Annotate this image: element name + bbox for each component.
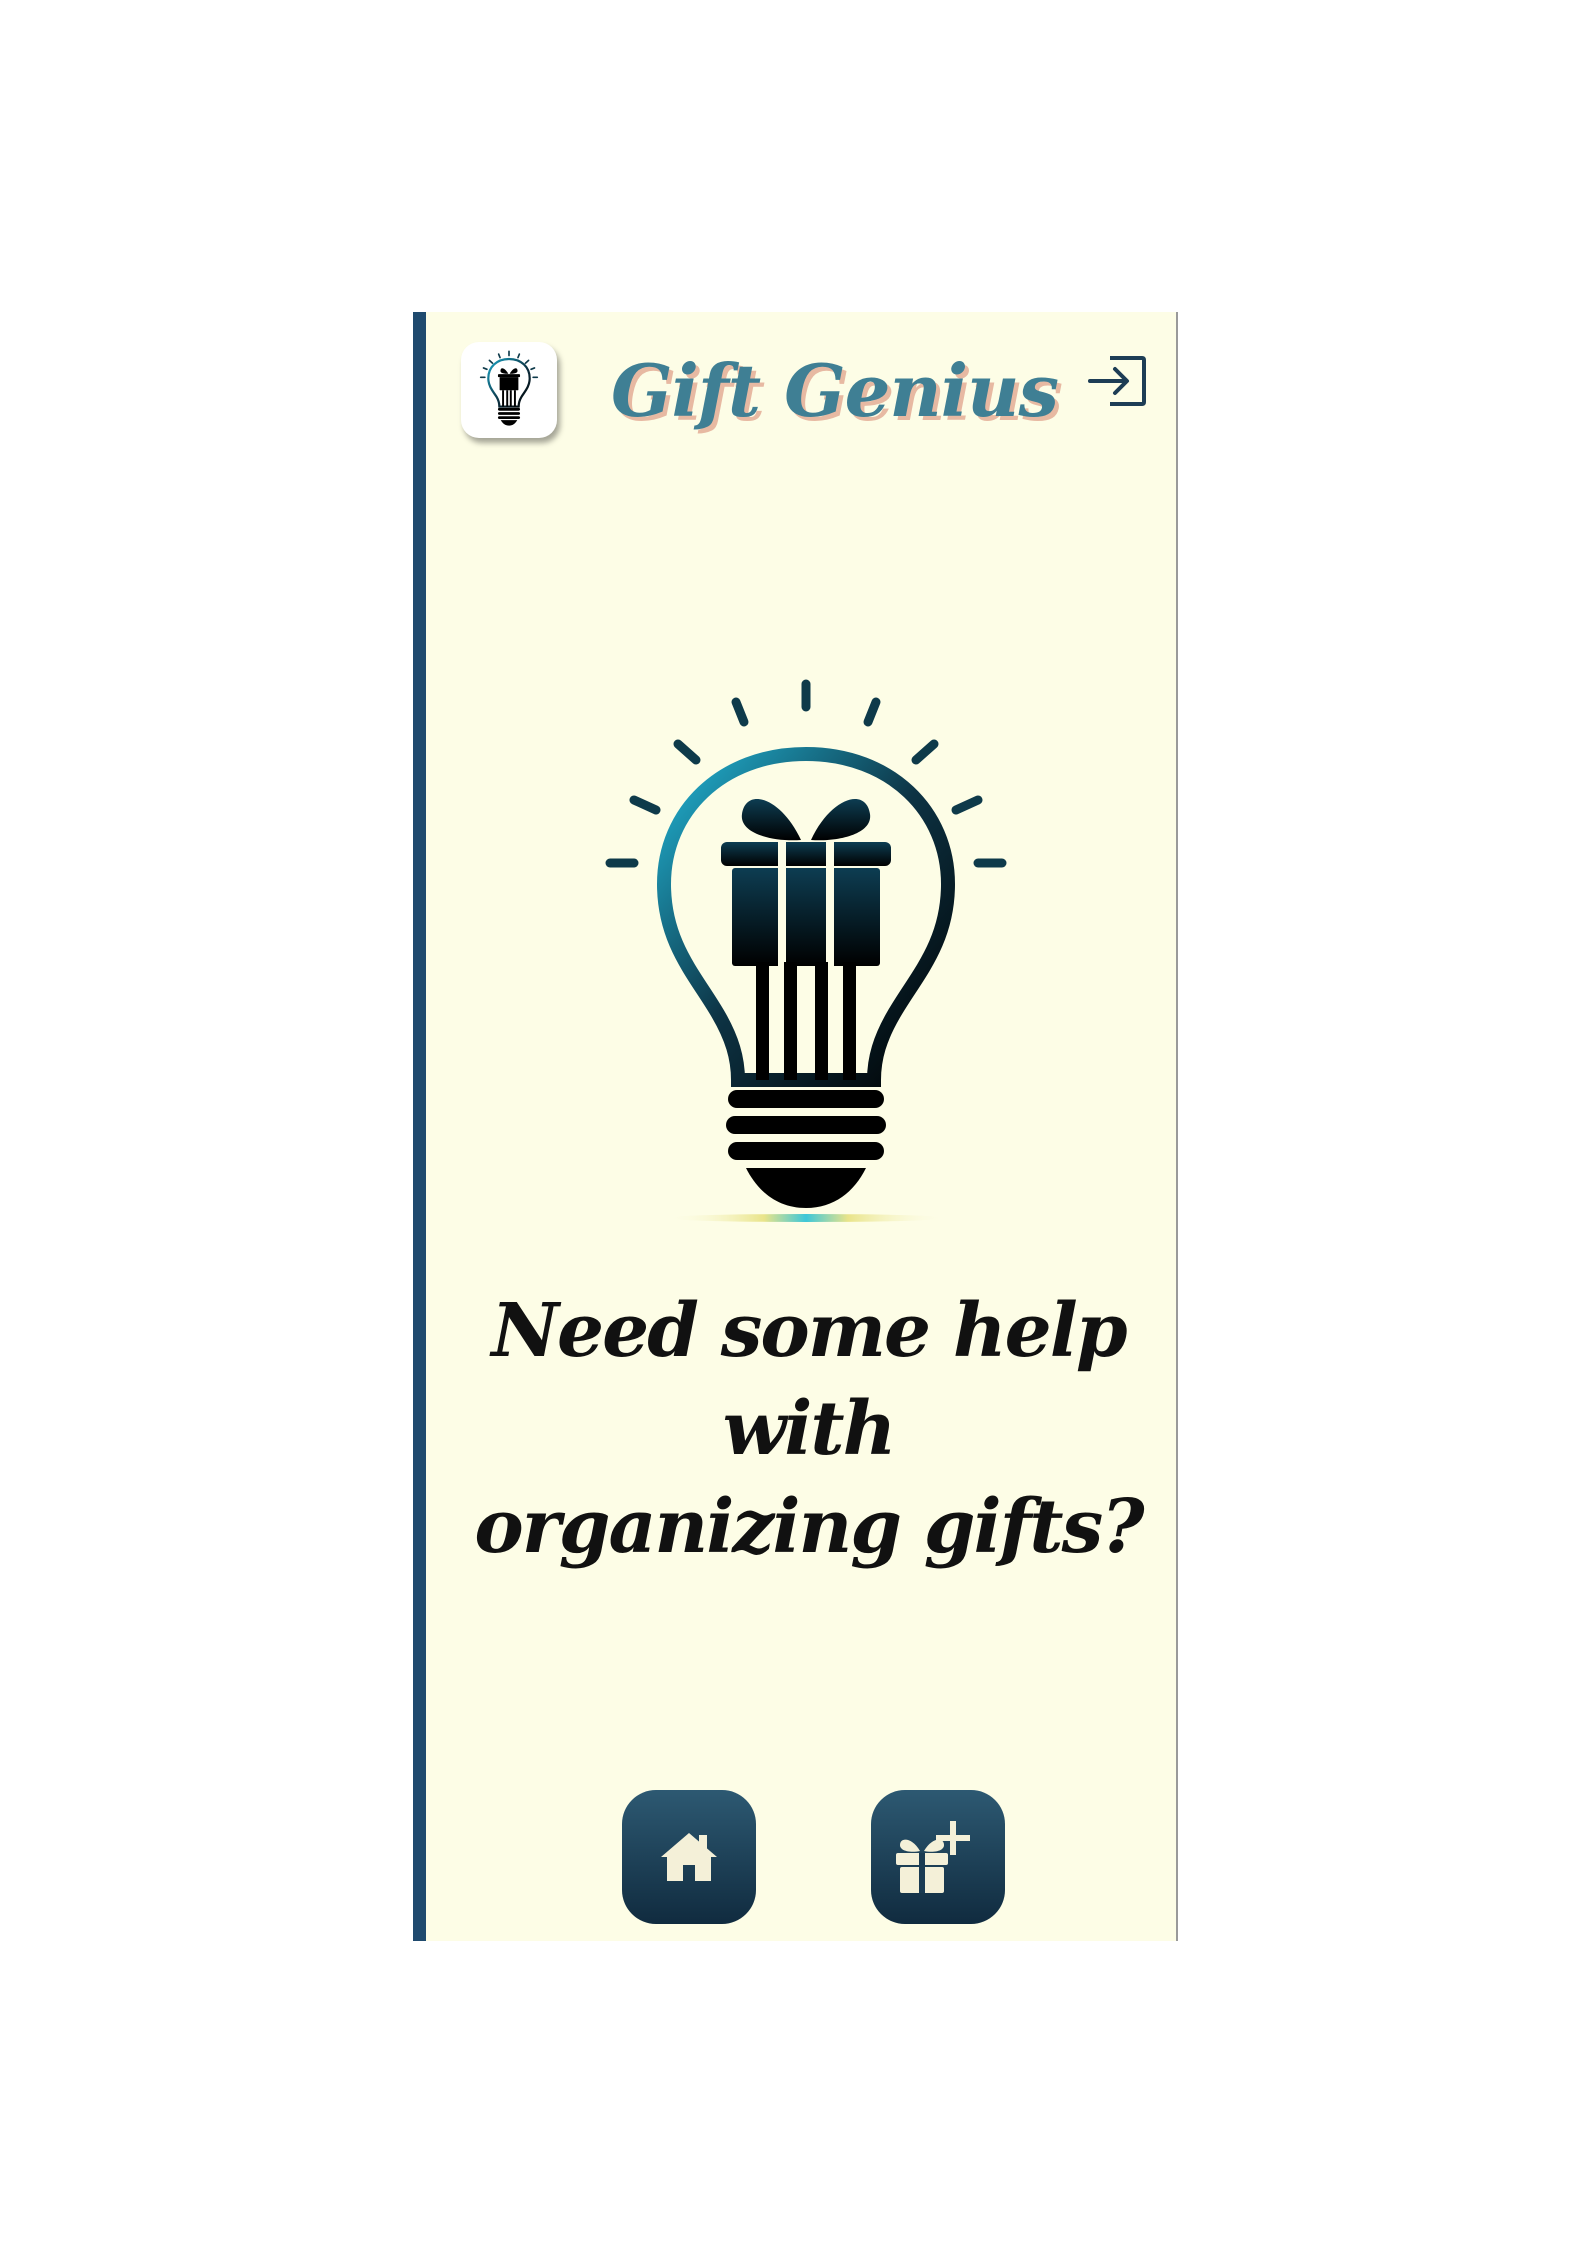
- app-screen: Gift Genius Need some help with organizi…: [413, 312, 1178, 1941]
- login-button[interactable]: [1086, 354, 1148, 408]
- home-icon: [661, 1833, 717, 1881]
- hero-illustration: [596, 662, 1016, 1242]
- home-button[interactable]: [622, 1790, 756, 1924]
- tagline: Need some help with organizing gifts?: [456, 1282, 1161, 1576]
- tagline-line-1: Need some help with: [491, 1288, 1127, 1472]
- lightbulb-gift-icon: [605, 679, 1007, 1222]
- add-gift-icon: [896, 1821, 970, 1893]
- page: Gift Genius Need some help with organizi…: [0, 0, 1587, 2245]
- app-title: Gift Genius: [611, 348, 1059, 433]
- login-icon: [1088, 356, 1146, 406]
- tagline-line-2: organizing gifts?: [474, 1484, 1144, 1570]
- lightbulb-gift-icon: [479, 350, 539, 426]
- add-gift-button[interactable]: [871, 1790, 1005, 1924]
- app-logo[interactable]: [461, 342, 557, 438]
